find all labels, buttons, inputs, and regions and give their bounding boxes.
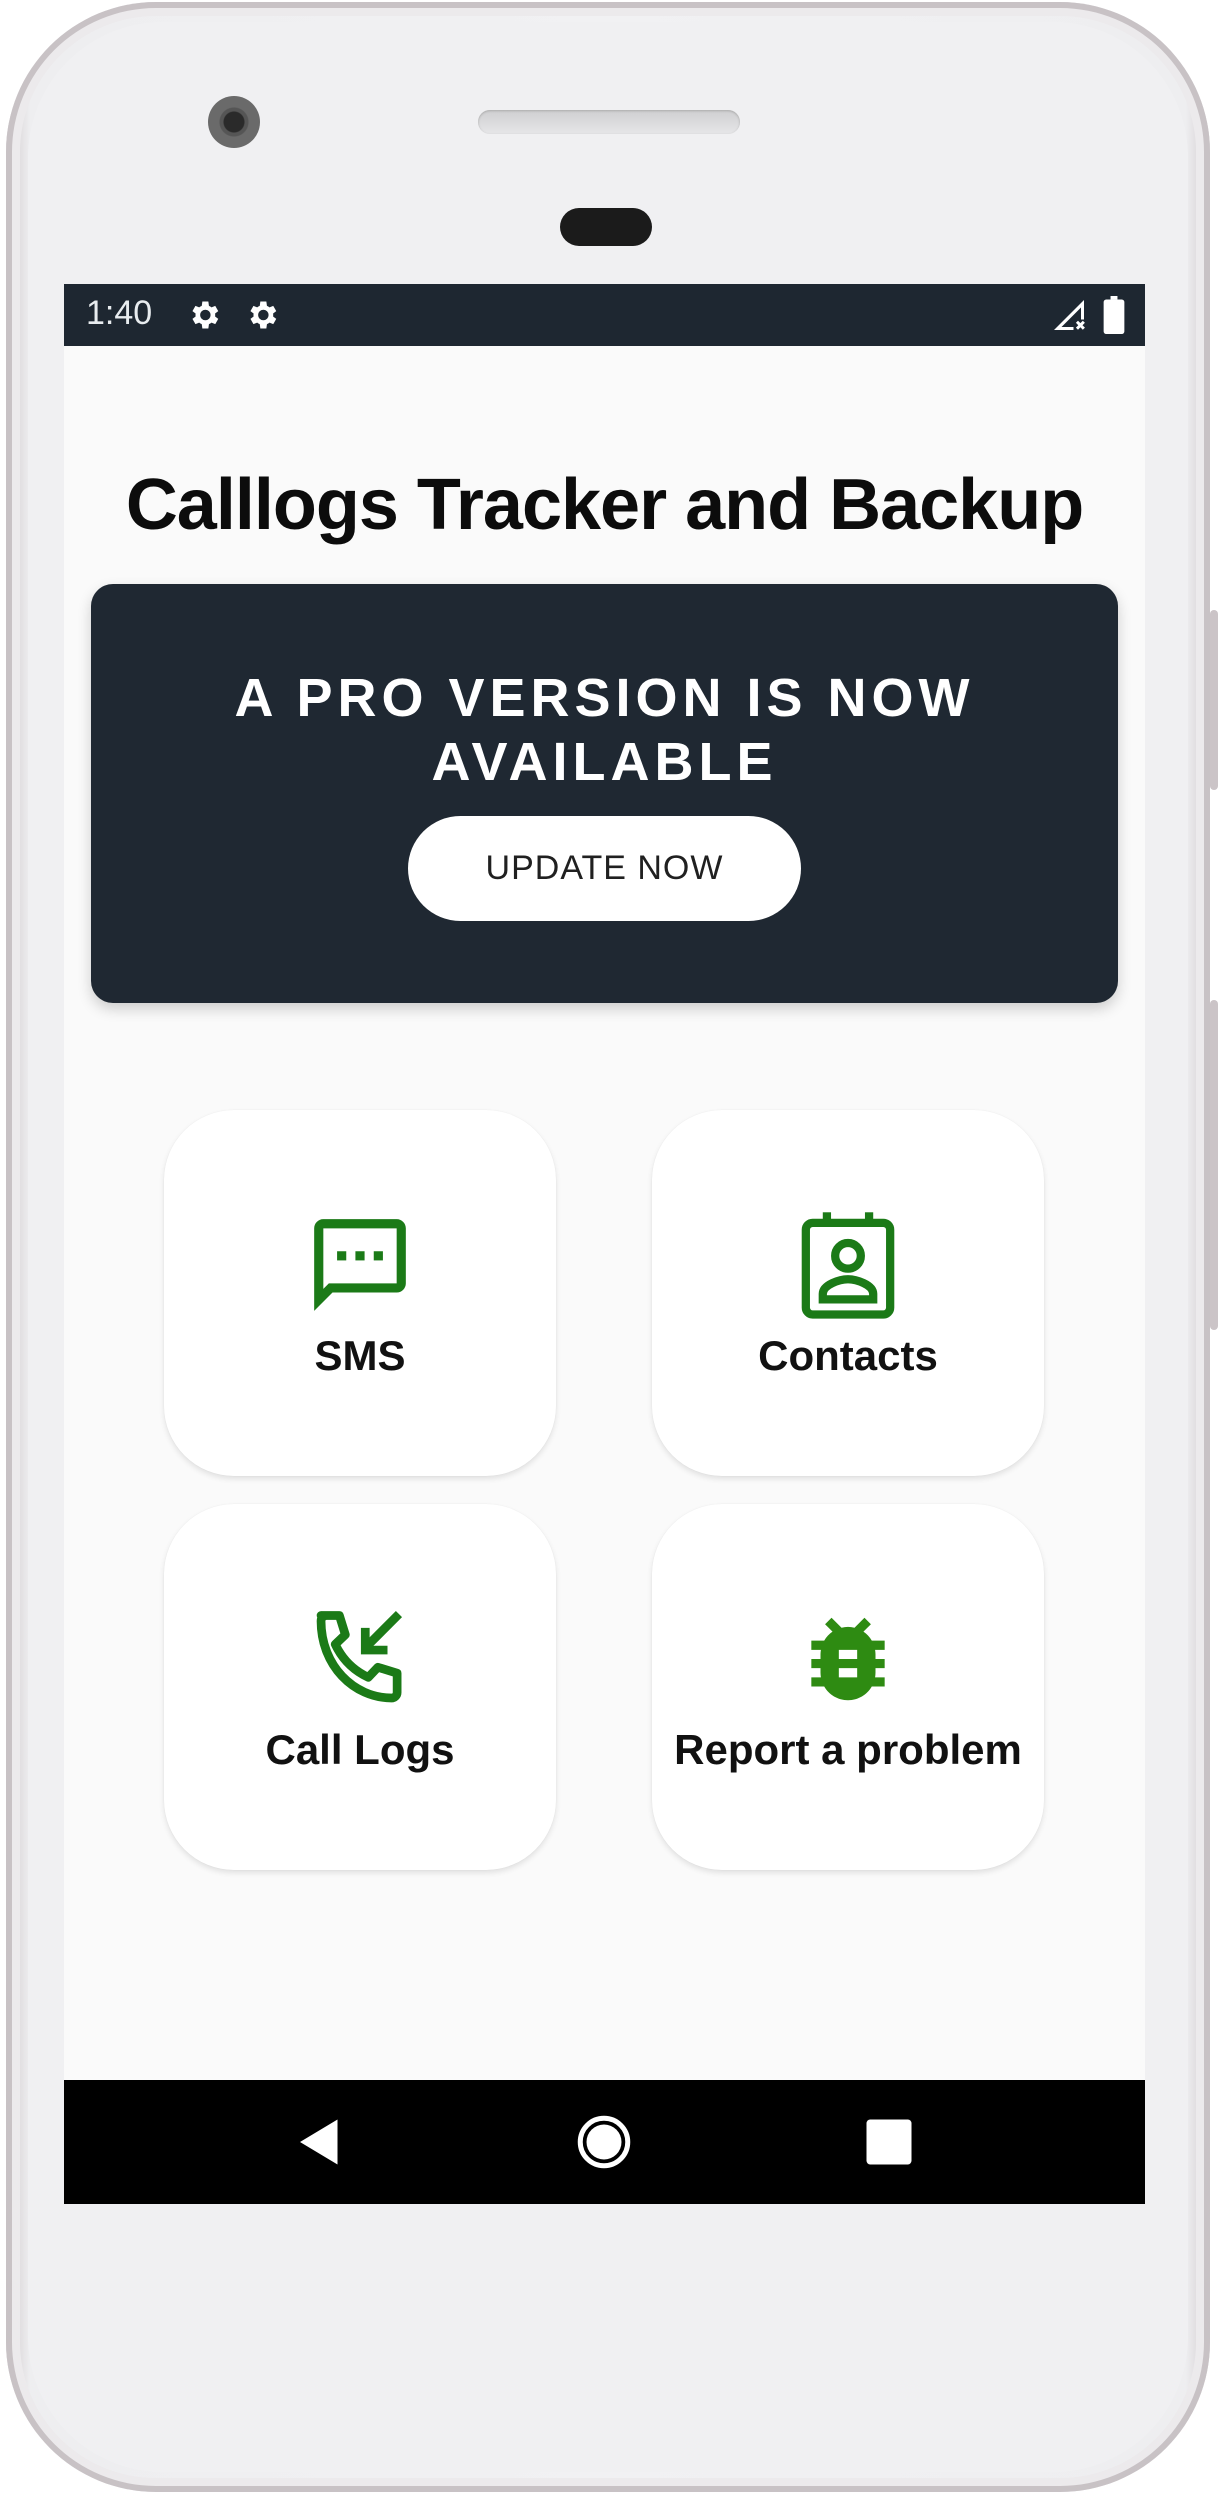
tile-label: SMS [314,1332,406,1379]
proximity-sensor [560,208,652,246]
sms-tile[interactable]: SMS [164,1110,556,1476]
pro-version-banner: A PRO VERSION IS NOW AVAILABLE UPDATE NO… [91,584,1118,1003]
settings-gear-icon [250,301,277,329]
earpiece-speaker [478,110,740,134]
status-time: 1:40 [86,294,153,332]
back-icon[interactable] [290,2112,350,2172]
settings-gear-icon [192,301,219,329]
update-now-button[interactable]: UPDATE NOW [408,816,801,921]
recents-icon[interactable] [859,2112,919,2172]
promo-line-2: AVAILABLE [431,732,778,792]
status-bar: 1:40 [64,284,1145,346]
navigation-bar [64,2080,1145,2204]
tile-label: Contacts [758,1332,938,1379]
contacts-tile[interactable]: Contacts [652,1110,1044,1476]
front-camera [208,96,260,148]
battery-icon [1103,296,1125,334]
screen: 1:40 Calllogs Tracker and Backup A PRO V… [64,284,1145,2204]
signal-no-connection-icon [1054,300,1085,330]
report-problem-tile[interactable]: Report a problem [652,1504,1044,1870]
tile-label: Report a problem [674,1726,1022,1773]
call-logs-icon [316,1611,403,1703]
call-logs-tile[interactable]: Call Logs [164,1504,556,1870]
bug-icon [811,1617,885,1701]
volume-button [1210,1000,1218,1330]
contacts-icon [801,1212,895,1319]
promo-line-1: A PRO VERSION IS NOW [234,668,975,728]
sms-icon [314,1219,406,1311]
app-title: Calllogs Tracker and Backup [125,465,1084,545]
tile-label: Call Logs [265,1726,455,1773]
promo-text: A PRO VERSION IS NOW AVAILABLE [91,666,1118,794]
home-icon[interactable] [574,2112,634,2172]
power-button [1210,610,1218,790]
